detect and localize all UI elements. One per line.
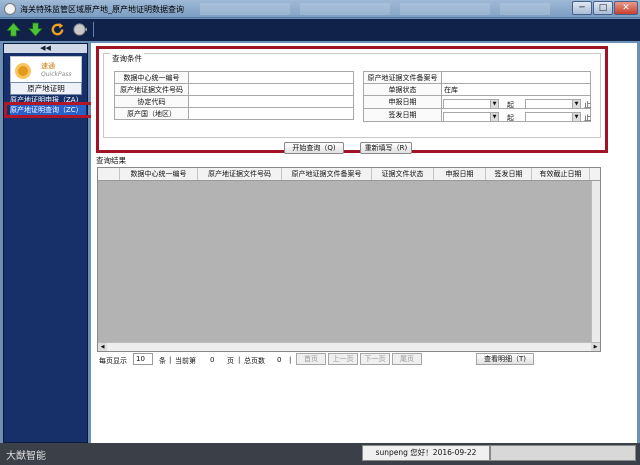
logo-text-en: QuickPass xyxy=(41,71,72,78)
vertical-scrollbar[interactable] xyxy=(591,181,600,343)
sidebar-category-origin-certificate[interactable]: 原产地证明 xyxy=(10,82,82,95)
field-label: 申报日期 xyxy=(363,95,442,109)
field-label: 原产地证据文件号码 xyxy=(114,83,189,96)
query-highlight-box: 查询条件 数据中心统一编号 原产地证据文件号码 协定代码 原产国（地区） 原产地… xyxy=(96,46,608,154)
total-pages-value: 0 xyxy=(277,356,282,364)
status-empty-panel xyxy=(490,445,636,461)
quickpass-logo: 速通 QuickPass xyxy=(10,56,82,84)
view-detail-button[interactable]: 查看明细（T) xyxy=(476,353,534,365)
column-header[interactable]: 申报日期 xyxy=(434,168,486,180)
query-form-left: 数据中心统一编号 原产地证据文件号码 协定代码 原产国（地区） xyxy=(114,71,354,120)
status-user-info: sunpeng 您好！2016-09-22 xyxy=(362,445,490,461)
scroll-right-icon[interactable]: ▶ xyxy=(591,343,600,351)
field-label: 原产地证据文件备案号 xyxy=(363,71,442,84)
column-header[interactable]: 原产地证据文件备案号 xyxy=(282,168,372,180)
minimize-button[interactable]: ─ xyxy=(572,1,592,15)
column-header[interactable]: 数据中心统一编号 xyxy=(120,168,198,180)
field-label: 签发日期 xyxy=(363,108,442,122)
declare-date-from-picker[interactable]: ▼ xyxy=(443,99,499,109)
sidebar: ◀◀ 速通 QuickPass 原产地证明 原产地证明申报（ZA) 原产地证明查… xyxy=(3,43,95,443)
issue-date-from-picker[interactable]: ▼ xyxy=(443,112,499,122)
per-page-input[interactable]: 10 xyxy=(133,353,153,365)
collapse-button[interactable]: ◀◀ xyxy=(4,44,87,53)
chevron-down-icon[interactable]: ▼ xyxy=(572,113,580,121)
total-pages-label: 总页数 xyxy=(244,357,265,365)
rows-label: 条 xyxy=(159,357,166,365)
main-content: 查询条件 数据中心统一编号 原产地证据文件号码 协定代码 原产国（地区） 原产地… xyxy=(91,43,637,443)
current-page-value: 0 xyxy=(210,356,215,364)
declare-date-to-picker[interactable]: ▼ xyxy=(525,99,581,109)
chevron-down-icon[interactable]: ▼ xyxy=(490,100,498,108)
scroll-left-icon[interactable]: ◀ xyxy=(98,343,107,351)
status-brand-watermark: 大猷智能 xyxy=(6,451,46,462)
pager-separator: | xyxy=(289,356,292,364)
refresh-icon[interactable] xyxy=(50,22,65,37)
field-label: 数据中心统一编号 xyxy=(114,71,189,84)
nav-highlight-box xyxy=(4,102,95,118)
down-arrow-icon[interactable] xyxy=(28,22,43,37)
current-page-label: 当前第 xyxy=(175,357,196,365)
next-page-button[interactable]: 下一页 xyxy=(360,353,390,365)
column-header[interactable]: 原产地证据文件号码 xyxy=(198,168,282,180)
horizontal-scrollbar[interactable]: ◀ ▶ xyxy=(98,342,600,351)
prev-page-button[interactable]: 上一页 xyxy=(328,353,358,365)
toolbar-separator xyxy=(93,22,94,37)
app-icon xyxy=(4,3,16,15)
start-query-button[interactable]: 开始查询（Q) xyxy=(284,142,344,154)
data-center-number-input[interactable] xyxy=(188,71,354,84)
column-header[interactable]: 证据文件状态 xyxy=(372,168,434,180)
field-label: 原产国（地区） xyxy=(114,107,189,120)
document-status-select[interactable]: 在库 xyxy=(441,83,591,96)
toolbar xyxy=(0,19,640,41)
chevron-down-icon[interactable]: ▼ xyxy=(490,113,498,121)
origin-country-input[interactable] xyxy=(188,107,354,120)
column-header[interactable]: 签发日期 xyxy=(486,168,532,180)
from-label: 起 xyxy=(507,114,514,122)
results-grid[interactable]: 数据中心统一编号 原产地证据文件号码 原产地证据文件备案号 证据文件状态 申报日… xyxy=(97,167,601,352)
close-button[interactable]: ✕ xyxy=(614,1,638,15)
status-bar: 大猷智能 sunpeng 您好！2016-09-22 xyxy=(0,443,640,465)
results-grid-header: 数据中心统一编号 原产地证据文件号码 原产地证据文件备案号 证据文件状态 申报日… xyxy=(98,168,600,181)
query-conditions-title: 查询条件 xyxy=(110,53,144,64)
logo-text-cn: 速通 xyxy=(41,62,55,70)
results-title: 查询结果 xyxy=(96,156,126,165)
field-label: 单据状态 xyxy=(363,83,442,96)
title-bar: 海关特殊监管区域原产地_原产地证明数据查询 ─ □ ✕ xyxy=(0,0,640,18)
pager-separator: | xyxy=(169,356,172,364)
agreement-code-input[interactable] xyxy=(188,95,354,108)
maximize-button[interactable]: □ xyxy=(593,1,613,15)
issue-date-to-picker[interactable]: ▼ xyxy=(525,112,581,122)
from-label: 起 xyxy=(507,101,514,109)
window-title: 海关特殊监管区域原产地_原产地证明数据查询 xyxy=(20,5,184,14)
row-header-cell xyxy=(98,168,120,180)
certificate-number-input[interactable] xyxy=(188,83,354,96)
up-arrow-icon[interactable] xyxy=(6,22,21,37)
to-label: 止 xyxy=(584,114,591,122)
column-header[interactable]: 有效截止日期 xyxy=(532,168,590,180)
pager-separator: | xyxy=(238,356,241,364)
to-label: 止 xyxy=(584,101,591,109)
page-label: 页 xyxy=(227,357,234,365)
per-page-label: 每页显示 xyxy=(99,357,127,365)
first-page-button[interactable]: 首页 xyxy=(296,353,326,365)
title-bar-background xyxy=(200,3,550,15)
globe-icon[interactable] xyxy=(72,22,87,37)
last-page-button[interactable]: 尾页 xyxy=(392,353,422,365)
reset-button[interactable]: 重新填写（R) xyxy=(360,142,412,154)
logo-mark-icon xyxy=(15,63,31,79)
field-label: 协定代码 xyxy=(114,95,189,108)
filing-number-input[interactable] xyxy=(441,71,591,84)
chevron-down-icon[interactable]: ▼ xyxy=(572,100,580,108)
